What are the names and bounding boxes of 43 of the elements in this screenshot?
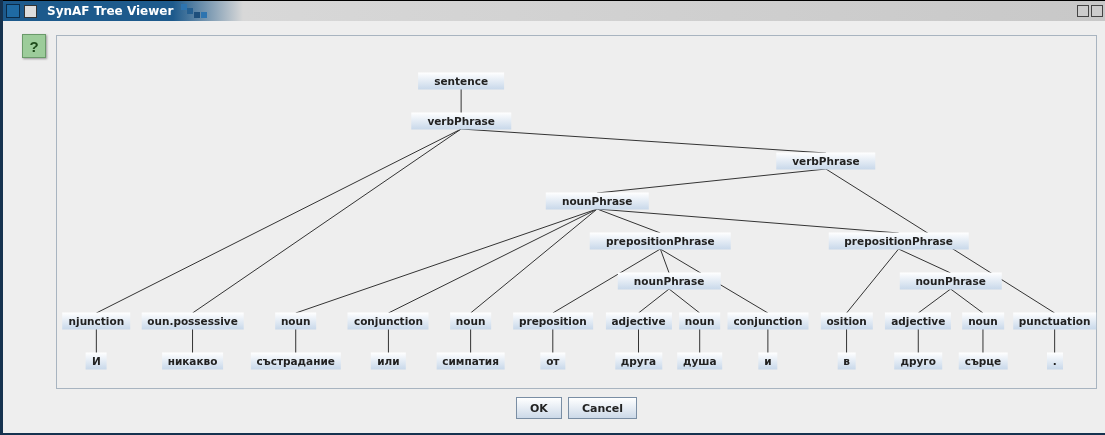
help-button[interactable]: ?	[22, 34, 46, 58]
tree-node[interactable]: conjunction	[727, 312, 809, 330]
minimize-button[interactable]	[1077, 5, 1089, 17]
tree-node[interactable]: nounPhrase	[899, 272, 1002, 290]
word-node[interactable]: от	[540, 352, 566, 370]
word-node[interactable]: И	[85, 352, 107, 370]
pattern-icon	[181, 4, 208, 18]
word-node[interactable]: и	[758, 352, 778, 370]
word-node[interactable]: душа	[676, 352, 723, 370]
tree-node[interactable]: prepositionPhrase	[590, 232, 731, 250]
tree-node[interactable]: preposition	[512, 312, 593, 330]
tree-node[interactable]: oun.possessive	[141, 312, 244, 330]
tree-node[interactable]: verbPhrase	[776, 152, 876, 170]
tree-node[interactable]: noun	[274, 312, 317, 330]
word-node[interactable]: никакво	[161, 352, 224, 370]
word-node[interactable]: .	[1046, 352, 1063, 370]
tree-node[interactable]: noun	[962, 312, 1004, 330]
tree-node[interactable]: punctuation	[1012, 312, 1097, 330]
close-button[interactable]	[1091, 5, 1103, 17]
tree-node[interactable]: verbPhrase	[411, 112, 511, 130]
window-title: SynAF Tree Viewer	[47, 4, 174, 18]
tree-node[interactable]: prepositionPhrase	[828, 232, 969, 250]
tree-node[interactable]: sentence	[418, 72, 505, 90]
tree-node[interactable]: conjunction	[347, 312, 429, 330]
cancel-button[interactable]: Cancel	[567, 397, 637, 419]
ok-button[interactable]: OK	[516, 397, 562, 419]
tree-node[interactable]: noun	[678, 312, 721, 330]
word-node[interactable]: в	[837, 352, 856, 370]
tree-node[interactable]: nounPhrase	[617, 272, 721, 290]
shade-icon[interactable]	[24, 4, 37, 18]
word-node[interactable]: сърце	[958, 352, 1008, 370]
tree-node[interactable]: adjective	[605, 312, 672, 330]
word-node[interactable]: или	[371, 352, 406, 370]
tree-node[interactable]: osition	[820, 312, 873, 330]
tree-node[interactable]: noun	[449, 312, 492, 330]
tree-node[interactable]: adjective	[885, 312, 952, 330]
connector-line	[460, 88, 462, 114]
tree-node[interactable]: nounPhrase	[545, 192, 649, 210]
word-node[interactable]: симпатия	[436, 352, 505, 370]
word-node[interactable]: състрадание	[250, 352, 341, 370]
tree-node[interactable]: njunction	[62, 312, 131, 330]
word-node[interactable]: друга	[614, 352, 663, 370]
word-node[interactable]: друго	[894, 352, 943, 370]
